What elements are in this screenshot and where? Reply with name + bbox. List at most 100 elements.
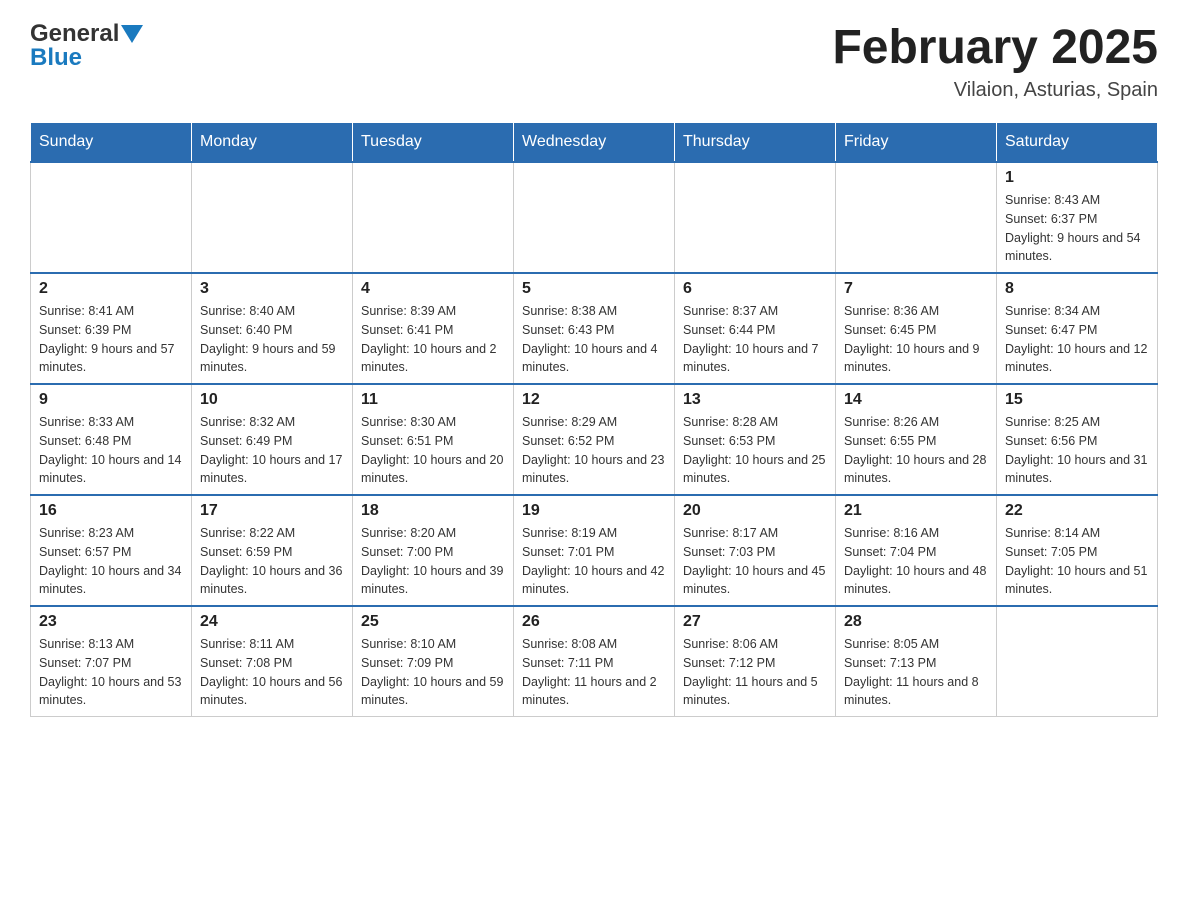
day-info: Sunrise: 8:19 AM Sunset: 7:01 PM Dayligh… [522, 524, 666, 599]
calendar-day-cell: 27 Sunrise: 8:06 AM Sunset: 7:12 PM Dayli… [675, 606, 836, 717]
calendar-day-cell: 11 Sunrise: 8:30 AM Sunset: 6:51 PM Dayli… [353, 384, 514, 495]
calendar-day-cell: 8Sunrise: 8:34 AM Sunset: 6:47 PM Daylig… [997, 273, 1158, 384]
logo-blue-text: Blue [30, 44, 82, 72]
day-number: 19 [522, 502, 666, 520]
day-info: Sunrise: 8:06 AM Sunset: 7:12 PM Dayligh… [683, 635, 827, 710]
calendar-day-cell: 18Sunrise: 8:20 AM Sunset: 7:00 PM Dayli… [353, 495, 514, 606]
calendar-day-cell [353, 162, 514, 273]
calendar-day-cell: 17 Sunrise: 8:22 AM Sunset: 6:59 PM Dayli… [192, 495, 353, 606]
calendar-day-cell: 2 Sunrise: 8:41 AM Sunset: 6:39 PM Daylig… [31, 273, 192, 384]
day-number: 22 [1005, 502, 1149, 520]
day-number: 26 [522, 613, 666, 631]
day-number: 5 [522, 280, 666, 298]
day-info: Sunrise: 8:11 AM Sunset: 7:08 PM Dayligh… [200, 635, 344, 710]
calendar-day-cell: 4 Sunrise: 8:39 AM Sunset: 6:41 PM Daylig… [353, 273, 514, 384]
day-info: Sunrise: 8:36 AM Sunset: 6:45 PM Dayligh… [844, 302, 988, 377]
day-number: 15 [1005, 391, 1149, 409]
calendar-day-cell: 5 Sunrise: 8:38 AM Sunset: 6:43 PM Daylig… [514, 273, 675, 384]
calendar-day-cell [192, 162, 353, 273]
day-number: 14 [844, 391, 988, 409]
location-text: Vilaion, Asturias, Spain [832, 79, 1158, 102]
calendar-day-cell: 7 Sunrise: 8:36 AM Sunset: 6:45 PM Daylig… [836, 273, 997, 384]
day-info: Sunrise: 8:17 AM Sunset: 7:03 PM Dayligh… [683, 524, 827, 599]
calendar-day-cell: 25 Sunrise: 8:10 AM Sunset: 7:09 PM Dayli… [353, 606, 514, 717]
month-title: February 2025 [832, 20, 1158, 75]
calendar-week-row: 9 Sunrise: 8:33 AM Sunset: 6:48 PM Daylig… [31, 384, 1158, 495]
day-number: 3 [200, 280, 344, 298]
calendar-header-row: SundayMondayTuesdayWednesdayThursdayFrid… [31, 123, 1158, 163]
day-info: Sunrise: 8:26 AM Sunset: 6:55 PM Dayligh… [844, 413, 988, 488]
day-number: 2 [39, 280, 183, 298]
day-info: Sunrise: 8:14 AM Sunset: 7:05 PM Dayligh… [1005, 524, 1149, 599]
day-number: 12 [522, 391, 666, 409]
calendar-day-cell: 1 Sunrise: 8:43 AM Sunset: 6:37 PM Daylig… [997, 162, 1158, 273]
calendar-header-saturday: Saturday [997, 123, 1158, 163]
calendar-day-cell [836, 162, 997, 273]
calendar-day-cell [514, 162, 675, 273]
day-info: Sunrise: 8:33 AM Sunset: 6:48 PM Dayligh… [39, 413, 183, 488]
day-number: 21 [844, 502, 988, 520]
day-number: 25 [361, 613, 505, 631]
day-number: 4 [361, 280, 505, 298]
calendar-day-cell: 19 Sunrise: 8:19 AM Sunset: 7:01 PM Dayli… [514, 495, 675, 606]
day-info: Sunrise: 8:38 AM Sunset: 6:43 PM Dayligh… [522, 302, 666, 377]
calendar-day-cell: 3 Sunrise: 8:40 AM Sunset: 6:40 PM Daylig… [192, 273, 353, 384]
day-info: Sunrise: 8:41 AM Sunset: 6:39 PM Dayligh… [39, 302, 183, 377]
day-number: 27 [683, 613, 827, 631]
day-number: 28 [844, 613, 988, 631]
day-info: Sunrise: 8:28 AM Sunset: 6:53 PM Dayligh… [683, 413, 827, 488]
day-info: Sunrise: 8:32 AM Sunset: 6:49 PM Dayligh… [200, 413, 344, 488]
calendar-week-row: 1 Sunrise: 8:43 AM Sunset: 6:37 PM Daylig… [31, 162, 1158, 273]
day-info: Sunrise: 8:13 AM Sunset: 7:07 PM Dayligh… [39, 635, 183, 710]
page-header: General Blue February 2025 Vilaion, Astu… [30, 20, 1158, 102]
day-info: Sunrise: 8:37 AM Sunset: 6:44 PM Dayligh… [683, 302, 827, 377]
day-number: 7 [844, 280, 988, 298]
day-number: 1 [1005, 169, 1149, 187]
title-section: February 2025 Vilaion, Asturias, Spain [832, 20, 1158, 102]
calendar-week-row: 16 Sunrise: 8:23 AM Sunset: 6:57 PM Dayli… [31, 495, 1158, 606]
calendar-header-wednesday: Wednesday [514, 123, 675, 163]
calendar-day-cell [675, 162, 836, 273]
day-info: Sunrise: 8:08 AM Sunset: 7:11 PM Dayligh… [522, 635, 666, 710]
calendar-day-cell: 26 Sunrise: 8:08 AM Sunset: 7:11 PM Dayli… [514, 606, 675, 717]
calendar-day-cell: 12 Sunrise: 8:29 AM Sunset: 6:52 PM Dayli… [514, 384, 675, 495]
calendar-day-cell: 14 Sunrise: 8:26 AM Sunset: 6:55 PM Dayli… [836, 384, 997, 495]
day-number: 13 [683, 391, 827, 409]
calendar-header-tuesday: Tuesday [353, 123, 514, 163]
day-number: 9 [39, 391, 183, 409]
day-number: 11 [361, 391, 505, 409]
logo: General Blue [30, 20, 143, 72]
day-info: Sunrise: 8:20 AM Sunset: 7:00 PM Dayligh… [361, 524, 505, 599]
day-info: Sunrise: 8:05 AM Sunset: 7:13 PM Dayligh… [844, 635, 988, 710]
calendar-day-cell [997, 606, 1158, 717]
day-info: Sunrise: 8:25 AM Sunset: 6:56 PM Dayligh… [1005, 413, 1149, 488]
day-info: Sunrise: 8:30 AM Sunset: 6:51 PM Dayligh… [361, 413, 505, 488]
day-info: Sunrise: 8:40 AM Sunset: 6:40 PM Dayligh… [200, 302, 344, 377]
day-info: Sunrise: 8:43 AM Sunset: 6:37 PM Dayligh… [1005, 191, 1149, 266]
day-info: Sunrise: 8:29 AM Sunset: 6:52 PM Dayligh… [522, 413, 666, 488]
day-info: Sunrise: 8:22 AM Sunset: 6:59 PM Dayligh… [200, 524, 344, 599]
day-number: 24 [200, 613, 344, 631]
calendar-day-cell: 21 Sunrise: 8:16 AM Sunset: 7:04 PM Dayli… [836, 495, 997, 606]
calendar-day-cell: 24 Sunrise: 8:11 AM Sunset: 7:08 PM Dayli… [192, 606, 353, 717]
calendar-day-cell: 16 Sunrise: 8:23 AM Sunset: 6:57 PM Dayli… [31, 495, 192, 606]
calendar-day-cell: 10 Sunrise: 8:32 AM Sunset: 6:49 PM Dayli… [192, 384, 353, 495]
day-number: 16 [39, 502, 183, 520]
day-info: Sunrise: 8:39 AM Sunset: 6:41 PM Dayligh… [361, 302, 505, 377]
day-number: 17 [200, 502, 344, 520]
calendar-table: SundayMondayTuesdayWednesdayThursdayFrid… [30, 122, 1158, 717]
calendar-day-cell: 20Sunrise: 8:17 AM Sunset: 7:03 PM Dayli… [675, 495, 836, 606]
calendar-day-cell: 28 Sunrise: 8:05 AM Sunset: 7:13 PM Dayli… [836, 606, 997, 717]
day-info: Sunrise: 8:23 AM Sunset: 6:57 PM Dayligh… [39, 524, 183, 599]
day-info: Sunrise: 8:34 AM Sunset: 6:47 PM Dayligh… [1005, 302, 1149, 377]
calendar-day-cell: 22 Sunrise: 8:14 AM Sunset: 7:05 PM Dayli… [997, 495, 1158, 606]
calendar-header-monday: Monday [192, 123, 353, 163]
calendar-header-friday: Friday [836, 123, 997, 163]
day-info: Sunrise: 8:10 AM Sunset: 7:09 PM Dayligh… [361, 635, 505, 710]
calendar-day-cell: 9 Sunrise: 8:33 AM Sunset: 6:48 PM Daylig… [31, 384, 192, 495]
calendar-day-cell: 15 Sunrise: 8:25 AM Sunset: 6:56 PM Dayli… [997, 384, 1158, 495]
day-number: 10 [200, 391, 344, 409]
calendar-day-cell [31, 162, 192, 273]
day-info: Sunrise: 8:16 AM Sunset: 7:04 PM Dayligh… [844, 524, 988, 599]
day-number: 23 [39, 613, 183, 631]
